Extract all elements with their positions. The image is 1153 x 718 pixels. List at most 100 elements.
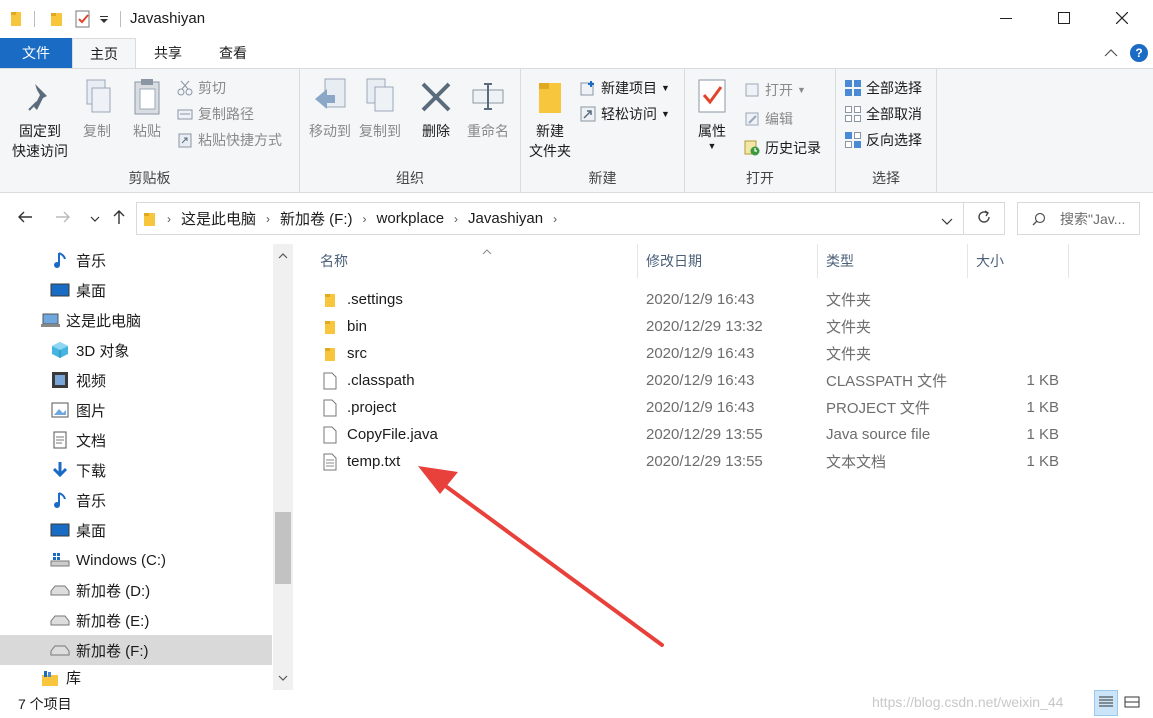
file-row[interactable]: bin 2020/12/29 13:32 文件夹 <box>320 313 1080 340</box>
pin-quick-access-button[interactable]: 固定到 快速访问 <box>10 75 70 161</box>
collapse-ribbon-icon[interactable] <box>1104 45 1118 61</box>
file-date: 2020/12/9 16:43 <box>646 345 755 362</box>
select-all-button[interactable]: 全部选择 <box>844 76 922 100</box>
quick-access-dropdown-icon[interactable] <box>99 9 109 29</box>
open-label: 打开 <box>765 82 793 98</box>
paste-button[interactable]: 粘贴 <box>124 75 170 141</box>
breadcrumb-workplace[interactable]: workplace <box>377 210 445 227</box>
rename-button[interactable]: 重命名 <box>462 75 514 141</box>
tab-view[interactable]: 查看 <box>200 38 266 68</box>
quick-properties-icon[interactable] <box>74 9 92 29</box>
minimize-button[interactable] <box>977 0 1035 38</box>
column-header-date[interactable]: 修改日期 <box>638 244 818 278</box>
nav-item-videos[interactable]: 视频 <box>0 365 272 395</box>
breadcrumb-drive-f[interactable]: 新加卷 (F:) <box>280 208 353 229</box>
file-date: 2020/12/29 13:32 <box>646 318 763 335</box>
chevron-right-icon[interactable]: › <box>454 212 458 226</box>
close-icon <box>1115 11 1129 27</box>
nav-item-pictures[interactable]: 图片 <box>0 395 272 425</box>
edit-button[interactable]: 编辑 <box>743 107 793 131</box>
copy-path-button[interactable]: 复制路径 <box>176 102 254 126</box>
move-to-button[interactable]: 移动到 <box>306 75 354 141</box>
tab-file[interactable]: 文件 <box>0 38 72 68</box>
close-button[interactable] <box>1093 0 1151 38</box>
file-name: temp.txt <box>347 453 401 470</box>
address-history-icon[interactable] <box>941 213 953 229</box>
file-list: 名称 修改日期 类型 大小 .settings 2020/12/9 16:43 … <box>300 244 1153 690</box>
chevron-right-icon[interactable]: › <box>266 212 270 226</box>
copy-to-button[interactable]: 复制到 <box>356 75 404 141</box>
file-row[interactable]: .classpath 2020/12/9 16:43 CLASSPATH 文件 … <box>320 367 1080 394</box>
nav-item-drive-e[interactable]: 新加卷 (E:) <box>0 605 272 635</box>
scroll-down-icon[interactable] <box>273 668 293 688</box>
nav-item-this-pc[interactable]: 这是此电脑 <box>0 305 272 335</box>
file-row[interactable]: .project 2020/12/9 16:43 PROJECT 文件 1 KB <box>320 394 1080 421</box>
music-icon <box>50 490 70 510</box>
file-row[interactable]: .settings 2020/12/9 16:43 文件夹 <box>320 286 1080 313</box>
nav-item-documents[interactable]: 文档 <box>0 425 272 455</box>
new-item-button[interactable]: 新建项目 ▼ <box>579 76 670 100</box>
copy-button[interactable]: 复制 <box>76 75 118 141</box>
nav-item-desktop[interactable]: 桌面 <box>0 275 272 305</box>
file-name: .settings <box>347 291 403 308</box>
clipboard-group: 固定到 快速访问 复制 粘贴 剪切 复制路径 粘贴快捷方式 剪贴板 <box>0 69 300 192</box>
up-button[interactable] <box>108 208 130 230</box>
nav-item-drive-d[interactable]: 新加卷 (D:) <box>0 575 272 605</box>
file-icon <box>320 371 340 391</box>
nav-item-desktop[interactable]: 桌面 <box>0 515 272 545</box>
paste-shortcut-button[interactable]: 粘贴快捷方式 <box>176 128 282 152</box>
nav-item-music[interactable]: 音乐 <box>0 485 272 515</box>
scrollbar-thumb[interactable] <box>275 512 291 584</box>
column-header-type[interactable]: 类型 <box>818 244 968 278</box>
edit-icon <box>743 110 761 128</box>
breadcrumb-this-pc[interactable]: 这是此电脑 <box>181 208 256 229</box>
history-button[interactable]: 历史记录 <box>743 136 821 160</box>
search-box[interactable]: 搜索"Jav... <box>1017 202 1140 235</box>
file-row[interactable]: CopyFile.java 2020/12/29 13:55 Java sour… <box>320 421 1080 448</box>
nav-item-libraries[interactable]: 库 <box>0 665 272 690</box>
chevron-down-icon <box>90 210 100 228</box>
nav-item-music[interactable]: 音乐 <box>0 245 272 275</box>
open-icon <box>743 81 761 99</box>
invert-selection-button[interactable]: 反向选择 <box>844 128 922 152</box>
nav-item-drive-f[interactable]: 新加卷 (F:) <box>0 635 272 665</box>
nav-item-label: 下载 <box>76 462 107 480</box>
quick-new-folder-icon[interactable] <box>49 9 65 29</box>
nav-item-windows-c[interactable]: Windows (C:) <box>0 545 272 575</box>
tab-home[interactable]: 主页 <box>72 38 136 68</box>
refresh-button[interactable] <box>964 202 1005 235</box>
easy-access-icon <box>579 105 597 123</box>
forward-button[interactable] <box>52 208 74 230</box>
nav-item-downloads[interactable]: 下载 <box>0 455 272 485</box>
file-row[interactable]: src 2020/12/9 16:43 文件夹 <box>320 340 1080 367</box>
scroll-up-icon[interactable] <box>273 246 293 266</box>
column-header-size[interactable]: 大小 <box>968 244 1069 278</box>
easy-access-button[interactable]: 轻松访问 ▼ <box>579 102 670 126</box>
file-type: 文本文档 <box>826 454 887 471</box>
back-button[interactable] <box>14 208 36 230</box>
up-arrow-icon <box>112 209 126 230</box>
large-icons-view-button[interactable] <box>1120 690 1144 716</box>
file-date: 2020/12/29 13:55 <box>646 426 763 443</box>
open-dropdown-icon: ▼ <box>797 85 806 95</box>
delete-button[interactable]: 删除 <box>416 75 456 141</box>
select-none-button[interactable]: 全部取消 <box>844 102 922 126</box>
nav-item-3d-objects[interactable]: 3D 对象 <box>0 335 272 365</box>
chevron-right-icon[interactable]: › <box>363 212 367 226</box>
nav-pane-scrollbar[interactable] <box>273 244 293 690</box>
details-view-button[interactable] <box>1094 690 1118 716</box>
file-row[interactable]: temp.txt 2020/12/29 13:55 文本文档 1 KB <box>320 448 1080 475</box>
properties-button[interactable]: 属性 ▼ <box>691 75 733 151</box>
breadcrumb-javashiyan[interactable]: Javashiyan <box>468 210 543 227</box>
column-header-name[interactable]: 名称 <box>312 244 638 278</box>
new-folder-button[interactable]: 新建 文件夹 <box>525 75 575 161</box>
tab-share[interactable]: 共享 <box>138 38 198 68</box>
cut-button[interactable]: 剪切 <box>176 76 226 100</box>
recent-locations-button[interactable] <box>84 208 106 230</box>
open-button[interactable]: 打开 ▼ <box>743 78 806 102</box>
scissors-icon <box>176 79 194 97</box>
help-icon[interactable]: ? <box>1130 44 1148 62</box>
maximize-button[interactable] <box>1035 0 1093 38</box>
address-bar[interactable]: › 这是此电脑 › 新加卷 (F:) › workplace › Javashi… <box>136 202 964 235</box>
chevron-right-icon[interactable]: › <box>553 212 557 226</box>
